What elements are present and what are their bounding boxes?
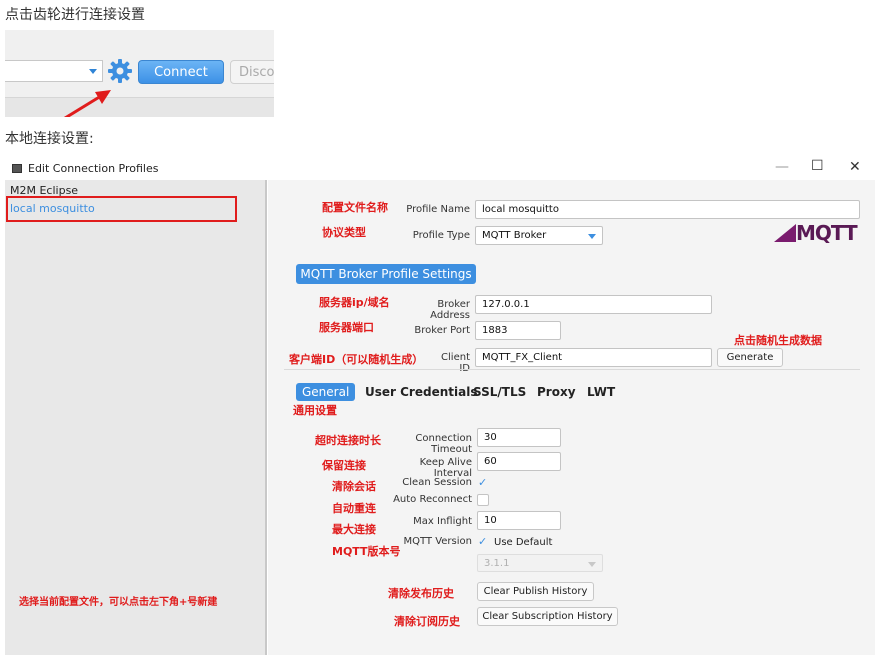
dialog-title: Edit Connection Profiles	[28, 162, 159, 175]
max-inflight-field[interactable]: 10	[477, 511, 561, 530]
annotation-server-ip: 服务器ip/域名	[319, 296, 390, 309]
connect-button[interactable]: Connect	[138, 60, 224, 84]
red-arrow-icon	[63, 90, 111, 117]
chevron-down-icon[interactable]	[588, 562, 596, 567]
profile-type-select[interactable]: MQTT Broker	[475, 226, 603, 245]
profile-name-label: Profile Name	[406, 204, 470, 215]
use-default-label: Use Default	[494, 537, 553, 548]
chevron-down-icon[interactable]	[588, 234, 596, 239]
annotation-client-id: 客户端ID（可以随机生成）	[289, 353, 424, 366]
close-button[interactable]: ✕	[849, 159, 861, 175]
annotation-keep-alive: 保留连接	[322, 459, 366, 472]
annotation-auto-reconnect: 自动重连	[332, 502, 376, 515]
mqtt-logo-icon	[774, 224, 796, 242]
profile-list: M2M Eclipse local mosquitto 选择当前配置文件，可以点…	[5, 180, 267, 655]
section-title: MQTT Broker Profile Settings	[296, 264, 476, 284]
caption-local: 本地连接设置:	[5, 131, 94, 147]
clear-publish-history-button[interactable]: Clear Publish History	[477, 582, 594, 601]
tab-ssl-tls[interactable]: SSL/TLS	[473, 385, 526, 399]
keep-alive-field[interactable]: 60	[477, 452, 561, 471]
auto-reconnect-label: Auto Reconnect	[393, 494, 472, 505]
minimize-button[interactable]: —	[775, 159, 789, 175]
connection-combo[interactable]	[5, 60, 103, 82]
broker-port-field[interactable]: 1883	[475, 321, 561, 340]
highlight-box	[6, 196, 237, 222]
profile-type-label: Profile Type	[412, 230, 470, 241]
maximize-button[interactable]: ☐	[811, 158, 824, 174]
broker-address-field[interactable]: 127.0.0.1	[475, 295, 712, 314]
tab-proxy[interactable]: Proxy	[537, 385, 576, 399]
window-icon	[12, 164, 22, 173]
broker-port-label: Broker Port	[414, 325, 470, 336]
client-id-label: Client ID	[441, 352, 470, 374]
toolbar-screenshot: Connect Disco	[5, 30, 274, 117]
annotation-general: 通用设置	[293, 404, 337, 417]
auto-reconnect-checkbox[interactable]	[477, 494, 489, 506]
annotation-clear-publish: 清除发布历史	[388, 587, 454, 600]
annotation-protocol: 协议类型	[322, 226, 366, 239]
generate-button[interactable]: Generate	[717, 348, 783, 367]
annotation-timeout: 超时连接时长	[315, 434, 381, 447]
mqtt-version-value: 3.1.1	[484, 557, 510, 569]
mqtt-version-label: MQTT Version	[403, 536, 473, 547]
annotation-clean-session: 清除会话	[332, 480, 376, 493]
clear-subscription-history-button[interactable]: Clear Subscription History	[477, 607, 618, 626]
max-inflight-label: Max Inflight	[413, 516, 472, 527]
tab-user-credentials[interactable]: User Credentials	[365, 385, 477, 399]
mqtt-logo-text: MQTT	[796, 221, 858, 245]
connection-timeout-label: Connection Timeout	[415, 433, 472, 455]
client-id-field[interactable]: MQTT_FX_Client	[475, 348, 712, 367]
tab-general[interactable]: General	[296, 383, 356, 401]
mqtt-version-select[interactable]: 3.1.1	[477, 554, 603, 572]
tab-lwt[interactable]: LWT	[587, 385, 615, 399]
profile-type-value: MQTT Broker	[482, 230, 547, 241]
disconnect-button[interactable]: Disco	[230, 60, 274, 84]
connection-timeout-field[interactable]: 30	[477, 428, 561, 447]
annotation-profile-name: 配置文件名称	[322, 201, 388, 214]
dialog-titlebar: Edit Connection Profiles — ☐ ✕	[0, 158, 875, 180]
keep-alive-label: Keep Alive Interval	[419, 457, 472, 479]
clean-session-checkbox[interactable]: ✓	[478, 477, 487, 488]
use-default-checkbox[interactable]: ✓	[478, 536, 487, 547]
mqtt-logo: MQTT	[774, 221, 862, 245]
profile-name-field[interactable]: local mosquitto	[475, 200, 860, 219]
clean-session-label: Clean Session	[402, 477, 472, 488]
chevron-down-icon[interactable]	[89, 69, 97, 74]
caption-gear: 点击齿轮进行连接设置	[5, 7, 145, 23]
annotation-server-port: 服务器端口	[319, 321, 374, 334]
divider	[284, 369, 860, 370]
annotation-clear-subscription: 清除订阅历史	[394, 615, 460, 628]
broker-address-label: Broker Address	[430, 299, 470, 321]
annotation-random-gen: 点击随机生成数据	[734, 334, 822, 347]
annotation-select-profile: 选择当前配置文件，可以点击左下角+号新建	[19, 597, 218, 608]
annotation-max-conn: 最大连接	[332, 523, 376, 536]
